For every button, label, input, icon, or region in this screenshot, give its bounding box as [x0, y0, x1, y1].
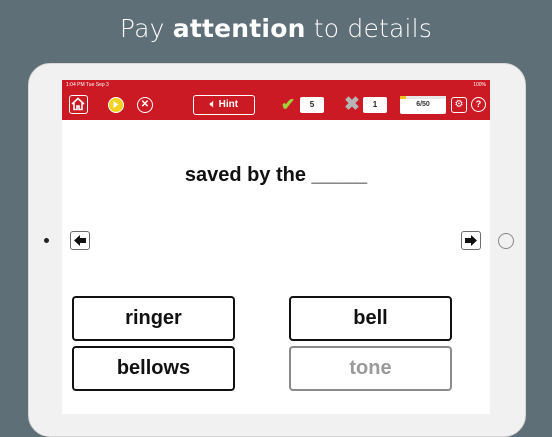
hint-button[interactable]: 🔈︎ Hint — [193, 95, 255, 115]
tablet-camera — [44, 238, 49, 243]
headline-pre: Pay — [119, 14, 173, 43]
marketing-headline: Pay attention to details — [0, 14, 552, 43]
help-icon[interactable]: ? — [471, 97, 486, 112]
answer-option[interactable]: bellows — [72, 346, 235, 391]
app-screen: 1:04 PM Tue Sep 3 100% ✕ 🔈︎ Hint ✔ 5 ✖ 1… — [62, 80, 490, 414]
status-time: 1:04 PM Tue Sep 3 — [66, 82, 109, 88]
arrow-right-icon — [465, 235, 477, 246]
tablet-home-button — [498, 233, 514, 249]
close-icon[interactable]: ✕ — [137, 97, 153, 113]
wrong-count: 1 — [363, 97, 387, 113]
headline-post: to details — [305, 14, 433, 43]
progress-text: 6/50 — [416, 101, 430, 108]
progress-track — [400, 96, 446, 99]
headline-bold: attention — [172, 14, 306, 43]
previous-arrow-button[interactable] — [70, 231, 90, 250]
arrow-left-icon — [74, 235, 86, 246]
answer-option[interactable]: ringer — [72, 296, 235, 341]
progress-indicator: 6/50 — [400, 96, 446, 114]
play-glyph — [113, 101, 119, 108]
gear-icon[interactable]: ⚙ — [451, 97, 467, 113]
check-icon: ✔ — [281, 95, 296, 114]
answer-option[interactable]: bell — [289, 296, 452, 341]
correct-count: 5 — [300, 97, 324, 113]
cross-icon: ✖ — [344, 94, 360, 115]
play-icon[interactable] — [108, 97, 124, 113]
progress-fill — [400, 96, 406, 99]
home-glyph — [71, 97, 85, 111]
speaker-icon: 🔈︎ — [209, 99, 216, 110]
home-icon[interactable] — [69, 95, 88, 114]
question-text: saved by the _____ — [184, 164, 368, 186]
next-arrow-button[interactable] — [461, 231, 481, 250]
app-toolbar: ✕ 🔈︎ Hint ✔ 5 ✖ 1 6/50 ⚙ ? — [62, 90, 490, 120]
hint-label: Hint — [218, 99, 239, 110]
status-battery: 100% — [473, 82, 486, 88]
answer-option[interactable]: tone — [289, 346, 452, 391]
status-bar: 1:04 PM Tue Sep 3 100% — [62, 80, 490, 90]
